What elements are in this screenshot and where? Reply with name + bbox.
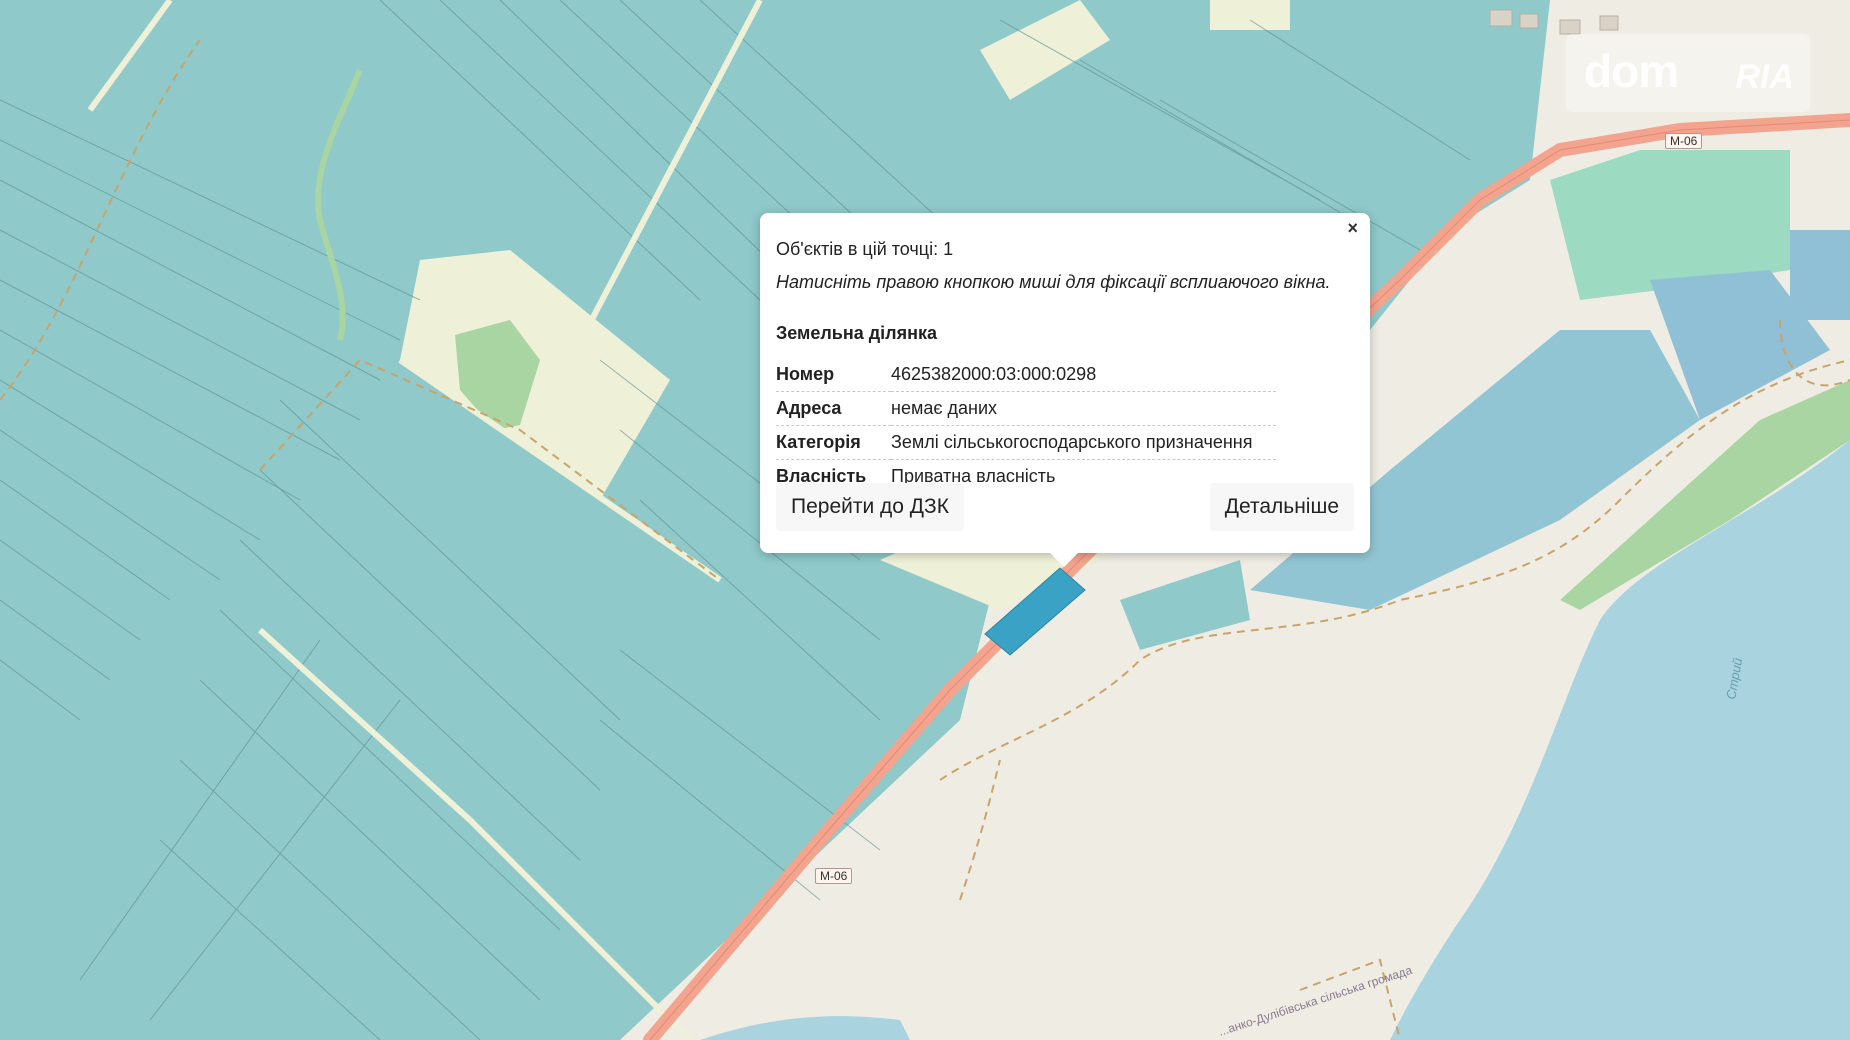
open-land-ne: [1210, 0, 1290, 30]
domria-logo: dom RIA: [1566, 34, 1810, 112]
section-title: Земельна ділянка: [776, 323, 938, 343]
go-to-dzk-button[interactable]: Перейти до ДЗК: [776, 483, 964, 531]
parcel-info-popup: × Об'єктів в цій точці: 1 Натисніть прав…: [760, 213, 1370, 567]
popup-actions: Перейти до ДЗК Детальніше: [776, 483, 1354, 531]
property-value: 4625382000:03:000:0298: [891, 358, 1276, 392]
close-icon[interactable]: ×: [1347, 219, 1358, 237]
property-key: Адреса: [776, 391, 891, 426]
parcel-properties-table: Номер 4625382000:03:000:0298 Адреса нема…: [776, 358, 1276, 493]
property-key: Категорія: [776, 425, 891, 460]
property-row: Номер 4625382000:03:000:0298: [776, 358, 1276, 392]
map-view[interactable]: Стрий ...анко-Дулібівська сільська громад…: [0, 0, 1850, 1040]
property-value: немає даних: [891, 391, 1276, 426]
popup-pointer: [1050, 553, 1078, 567]
parcel-east-3[interactable]: [1790, 230, 1850, 320]
property-value: Землі сільськогосподарського призначення: [891, 425, 1276, 460]
logo-dom-text: dom: [1584, 45, 1679, 97]
road-label-m06-north: М-06: [1665, 133, 1703, 149]
details-button[interactable]: Детальніше: [1209, 483, 1354, 531]
road-label-m06-south: М-06: [815, 868, 853, 884]
property-row: Адреса немає даних: [776, 391, 1276, 426]
objects-count: Об'єктів в цій точці: 1: [776, 239, 954, 259]
logo-ria-text: RIA: [1735, 58, 1794, 96]
property-row: Категорія Землі сільськогосподарського п…: [776, 425, 1276, 460]
popup-hint: Натисніть правою кнопкою миші для фіксац…: [776, 272, 1331, 292]
property-key: Номер: [776, 358, 891, 392]
